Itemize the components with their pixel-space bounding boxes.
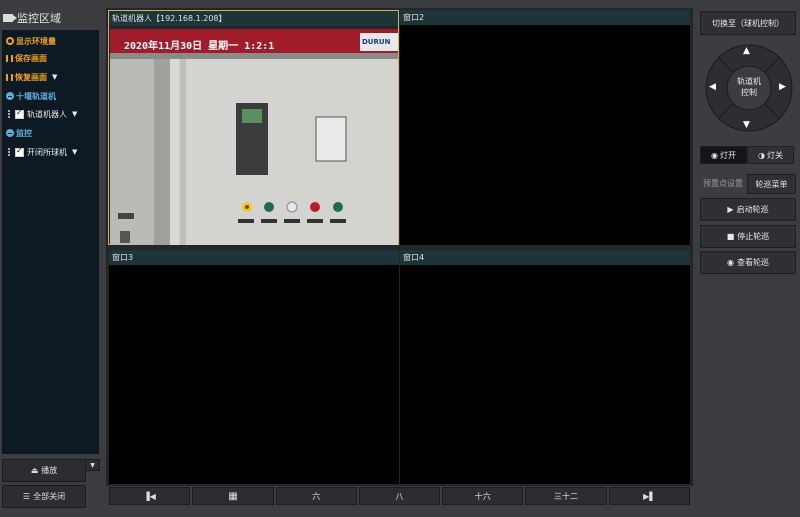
- chevron-down-icon[interactable]: ▼: [72, 110, 77, 118]
- checkbox[interactable]: [15, 146, 24, 157]
- layout-4-button[interactable]: ▦: [192, 487, 274, 505]
- video-feed-empty: [109, 265, 399, 484]
- video-feed-empty: [400, 25, 690, 245]
- panel-header: 监控区域: [3, 8, 101, 28]
- video-window-3[interactable]: 窗口3: [109, 250, 399, 484]
- chevron-down-icon[interactable]: ▼: [52, 73, 57, 81]
- arrow-right-icon[interactable]: ▶: [779, 82, 786, 92]
- tab-patrol[interactable]: 轮巡菜单: [747, 174, 796, 194]
- tree-item-restore-view[interactable]: 恢复画面 ▼: [6, 70, 57, 84]
- arrow-down-icon[interactable]: ▼: [743, 120, 750, 130]
- layout-8-button[interactable]: 八: [358, 487, 441, 505]
- skip-back-icon: ▐◀: [143, 491, 156, 501]
- tab-preset[interactable]: 预置点设置: [700, 175, 746, 191]
- gear-icon: [6, 37, 14, 45]
- window-title: 轨道机器人【192.168.1.208】: [109, 11, 398, 26]
- video-feed-empty: [400, 265, 690, 484]
- right-panel: 切换至（球机控制） ▲ ▼ ◀ ▶ 轨道机 控制 ◉ 灯开 ◑ 灯关 预置点设置…: [697, 8, 799, 508]
- play-button[interactable]: ⏏ 播放: [2, 459, 86, 482]
- tree-line: [8, 110, 12, 118]
- camera-feed-image: [110, 29, 398, 245]
- menu-icon: ☰: [22, 492, 31, 501]
- osd-timestamp: 2020年11月30日 星期一 1:2:1: [124, 41, 275, 52]
- light-on-button[interactable]: ◉ 灯开: [700, 146, 747, 164]
- tree-item-rail-robot[interactable]: 轨道机器人 ▼: [8, 107, 77, 121]
- video-window-2[interactable]: 窗口2: [400, 10, 690, 245]
- layout-32-button[interactable]: 三十二: [525, 487, 607, 505]
- ptz-center-label[interactable]: 轨道机 控制: [729, 76, 769, 98]
- window-title: 窗口2: [400, 10, 690, 25]
- light-off-button[interactable]: ◑ 灯关: [747, 146, 794, 164]
- device-tree: 显示环境量 保存画面 恢复画面 ▼ 十堰轨道机 轨道机器人 ▼ 监控 开: [2, 30, 99, 454]
- layout-toolbar: ▐◀ ▦ 六 八 十六 三十二 ▶▌: [109, 487, 690, 505]
- panel-title: 监控区域: [17, 12, 61, 25]
- tree-line: [8, 148, 12, 156]
- left-panel: 监控区域 显示环境量 保存画面 恢复画面 ▼ 十堰轨道机 轨道机器人 ▼ 监控: [0, 0, 103, 517]
- skip-forward-icon: ▶▌: [643, 491, 656, 501]
- prev-page-button[interactable]: ▐◀: [109, 487, 191, 505]
- switch-control-button[interactable]: 切换至（球机控制）: [700, 11, 796, 35]
- window-title: 窗口3: [109, 250, 399, 265]
- ptz-control: ▲ ▼ ◀ ▶ 轨道机 控制: [705, 38, 793, 144]
- play-icon: ▶: [727, 205, 734, 214]
- tree-group-monitor[interactable]: 监控: [6, 126, 32, 140]
- grid-icon: ▦: [228, 490, 238, 502]
- stop-icon: ■: [726, 232, 735, 241]
- chevron-down-icon: ▼: [90, 461, 95, 469]
- checkbox[interactable]: [15, 108, 24, 119]
- bars-icon: [6, 73, 13, 81]
- eject-icon: ⏏: [30, 466, 39, 475]
- tree-item-save-view[interactable]: 保存画面: [6, 51, 47, 65]
- camera-icon: [3, 14, 17, 22]
- collapse-icon[interactable]: [6, 92, 14, 100]
- video-window-4[interactable]: 窗口4: [400, 250, 690, 484]
- arrow-up-icon[interactable]: ▲: [743, 46, 750, 56]
- chevron-down-icon[interactable]: ▼: [72, 148, 77, 156]
- next-page-button[interactable]: ▶▌: [608, 487, 690, 505]
- window-title: 窗口4: [400, 250, 690, 265]
- tree-group-shiyan[interactable]: 十堰轨道机: [6, 89, 56, 103]
- play-dropdown-button[interactable]: ▼: [85, 459, 100, 471]
- tree-item-dome-camera[interactable]: 开闭所球机 ▼: [8, 145, 77, 159]
- bars-icon: [6, 54, 13, 62]
- eye-icon: ◉: [727, 258, 734, 267]
- light-toggle: ◉ 灯开 ◑ 灯关: [700, 146, 794, 164]
- close-all-button[interactable]: ☰ 全部关闭: [2, 485, 86, 508]
- start-patrol-button[interactable]: ▶ 启动轮巡: [700, 198, 796, 221]
- collapse-icon[interactable]: [6, 129, 14, 137]
- eye-off-icon: ◑: [758, 150, 765, 160]
- brand-logo-text: DURUN: [362, 38, 391, 46]
- tree-item-show-env[interactable]: 显示环境量: [6, 34, 56, 48]
- camera-feed: 2020年11月30日 星期一 1:2:1 DURUN: [110, 29, 398, 245]
- layout-6-button[interactable]: 六: [275, 487, 357, 505]
- stop-patrol-button[interactable]: ■ 停止轮巡: [700, 225, 796, 248]
- eye-icon: ◉: [711, 150, 718, 160]
- layout-16-button[interactable]: 十六: [442, 487, 524, 505]
- arrow-left-icon[interactable]: ◀: [709, 82, 716, 92]
- view-patrol-button[interactable]: ◉ 查看轮巡: [700, 251, 796, 274]
